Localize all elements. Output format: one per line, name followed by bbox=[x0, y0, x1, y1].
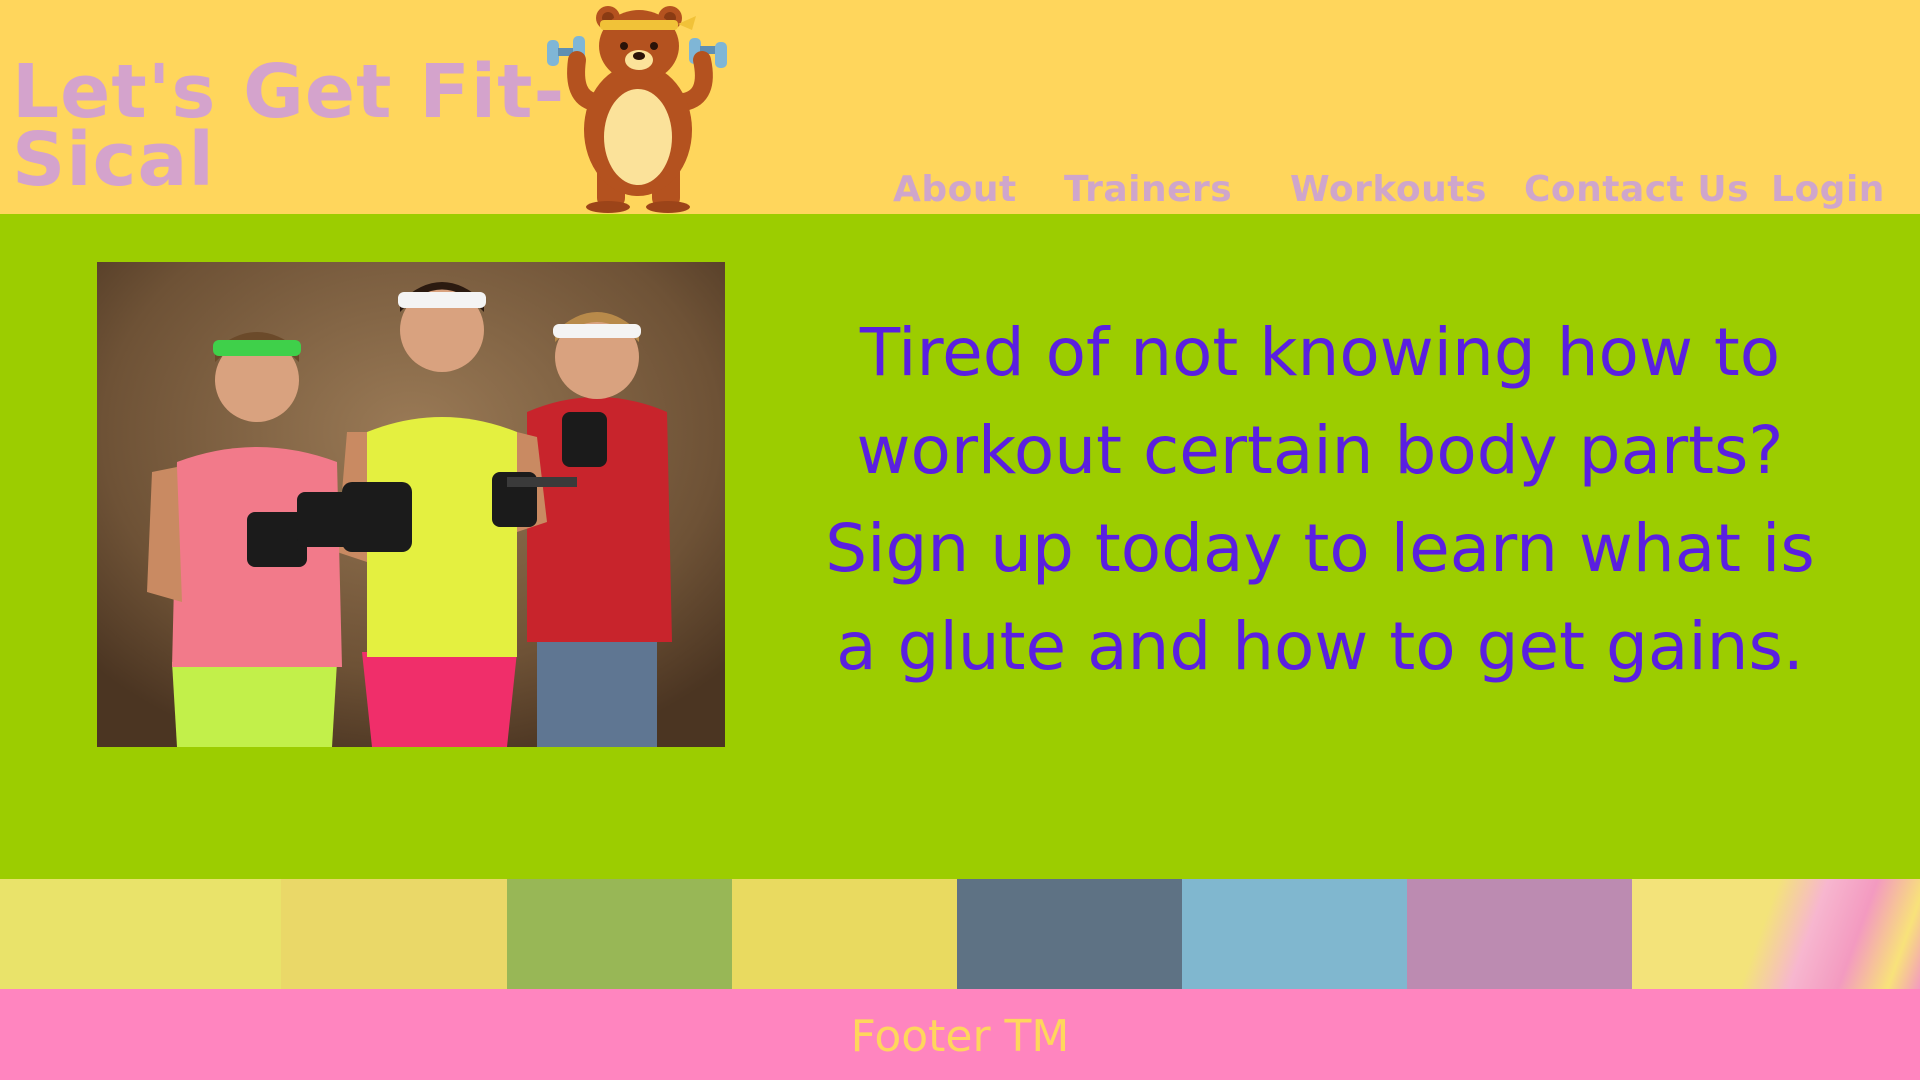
color-swatch bbox=[281, 879, 507, 989]
color-swatch bbox=[1182, 879, 1407, 989]
main-nav: About Trainers Workouts Contact Us Login bbox=[0, 168, 1920, 214]
color-swatch bbox=[507, 879, 732, 989]
site-header: Let's Get Fit- Sical About Trainers Work… bbox=[0, 0, 1920, 214]
color-swatch bbox=[0, 879, 281, 989]
hero-section: Tired of not knowing how to workout cert… bbox=[0, 214, 1920, 879]
color-swatch bbox=[957, 879, 1182, 989]
hero-tagline: Tired of not knowing how to workout cert… bbox=[825, 314, 1815, 685]
footer-text: Footer TM bbox=[850, 1011, 1070, 1062]
color-swatch bbox=[1407, 879, 1632, 989]
nav-workouts[interactable]: Workouts bbox=[1290, 168, 1487, 212]
three-men-with-dumbbells-photo bbox=[97, 262, 725, 747]
logo-line-1: Let's Get Fit- bbox=[12, 49, 566, 135]
nav-contact-us[interactable]: Contact Us bbox=[1524, 168, 1749, 212]
nav-login[interactable]: Login bbox=[1771, 168, 1885, 212]
nav-trainers[interactable]: Trainers bbox=[1064, 168, 1232, 212]
color-palette-strip bbox=[0, 879, 1920, 989]
color-swatch bbox=[1632, 879, 1920, 989]
color-swatch bbox=[732, 879, 957, 989]
site-footer: Footer TM bbox=[0, 989, 1920, 1080]
nav-about[interactable]: About bbox=[893, 168, 1017, 212]
